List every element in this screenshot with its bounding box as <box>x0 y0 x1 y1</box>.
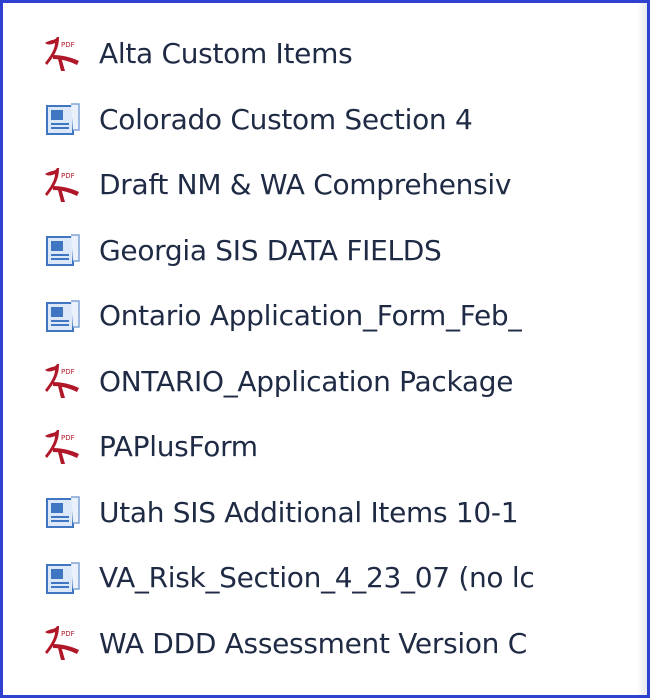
list-item[interactable]: VA_Risk_Section_4_23_07 (no lc <box>41 545 643 611</box>
pdf-icon: PDF <box>41 33 99 75</box>
pdf-icon: PDF <box>41 622 99 664</box>
list-item[interactable]: PDF Alta Custom Items <box>41 21 643 87</box>
pdf-icon: PDF <box>41 426 99 468</box>
file-name: VA_Risk_Section_4_23_07 (no lc <box>99 561 535 595</box>
word-doc-icon <box>41 491 99 533</box>
pdf-icon: PDF <box>41 360 99 402</box>
list-item[interactable]: PDF PAPlusForm <box>41 414 643 480</box>
pdf-icon: PDF <box>41 164 99 206</box>
file-name: WA DDD Assessment Version C <box>99 626 527 660</box>
word-doc-icon <box>41 295 99 337</box>
file-name: Alta Custom Items <box>99 37 353 71</box>
file-name: PAPlusForm <box>99 430 258 464</box>
file-name: Utah SIS Additional Items 10-1 <box>99 495 519 529</box>
list-item[interactable]: Ontario Application_Form_Feb_ <box>41 283 643 349</box>
list-item[interactable]: PDF ONTARIO_Application Package <box>41 349 643 415</box>
svg-text:PDF: PDF <box>61 172 75 180</box>
word-doc-icon <box>41 557 99 599</box>
file-name: Colorado Custom Section 4 <box>99 102 473 136</box>
list-item[interactable]: PDF Draft NM & WA Comprehensiv <box>41 152 643 218</box>
list-item[interactable]: Colorado Custom Section 4 <box>41 87 643 153</box>
svg-text:PDF: PDF <box>61 368 75 376</box>
svg-text:PDF: PDF <box>61 630 75 638</box>
list-item[interactable]: Utah SIS Additional Items 10-1 <box>41 480 643 546</box>
svg-text:PDF: PDF <box>61 41 75 49</box>
file-name: Ontario Application_Form_Feb_ <box>99 299 523 333</box>
list-item[interactable]: Georgia SIS DATA FIELDS <box>41 218 643 284</box>
file-list-window: PDF Alta Custom Items Colorado Custom Se… <box>0 0 650 698</box>
word-doc-icon <box>41 229 99 271</box>
file-name: Georgia SIS DATA FIELDS <box>99 233 442 267</box>
word-doc-icon <box>41 98 99 140</box>
svg-text:PDF: PDF <box>61 434 75 442</box>
list-item[interactable]: PDF WA DDD Assessment Version C <box>41 611 643 677</box>
file-name: Draft NM & WA Comprehensiv <box>99 168 512 202</box>
file-name: ONTARIO_Application Package <box>99 364 514 398</box>
file-list: PDF Alta Custom Items Colorado Custom Se… <box>41 21 643 676</box>
